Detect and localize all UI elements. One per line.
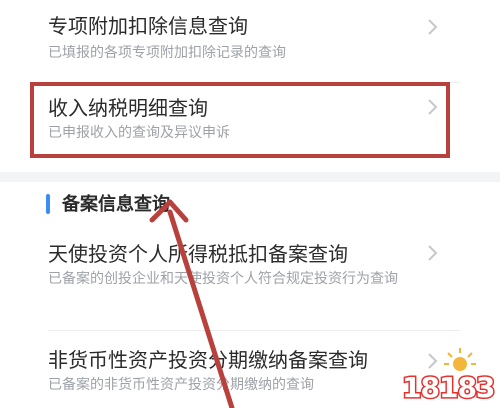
divider	[48, 82, 460, 83]
section-header-filing-info: 备案信息查询	[0, 182, 500, 228]
item-title: 天使投资个人所得税抵扣备案查询	[48, 242, 348, 266]
section-title: 备案信息查询	[62, 194, 170, 215]
item-desc: 已填报的各项专项附加扣除记录的查询	[48, 45, 286, 61]
watermark-text: 18183	[400, 370, 496, 406]
item-desc: 已备案的创投企业和天使投资个人符合规定投资行为查询	[48, 271, 398, 287]
watermark-logo: 18183	[398, 344, 497, 406]
item-title: 收入纳税明细查询	[48, 96, 208, 120]
divider	[48, 330, 460, 331]
item-title: 非货币性资产投资分期缴纳备案查询	[48, 348, 368, 372]
section-accent-bar	[46, 194, 50, 214]
list-item-angel-investment-filing[interactable]: 天使投资个人所得税抵扣备案查询 已备案的创投企业和天使投资个人符合规定投资行为查…	[0, 228, 500, 330]
list-item-special-deduction[interactable]: 专项附加扣除信息查询 已填报的各项专项附加扣除记录的查询	[0, 0, 500, 82]
list-item-income-tax-detail[interactable]: 收入纳税明细查询 已申报收入的查询及异议申诉	[0, 84, 500, 172]
chevron-right-icon	[428, 99, 438, 115]
chevron-right-icon	[428, 245, 438, 261]
item-desc: 已申报收入的查询及异议申诉	[48, 125, 230, 141]
chevron-right-icon	[428, 19, 438, 35]
item-desc: 已备案的非货币性资产投资分期缴纳的查询	[48, 377, 314, 393]
item-title: 专项附加扣除信息查询	[48, 14, 248, 38]
